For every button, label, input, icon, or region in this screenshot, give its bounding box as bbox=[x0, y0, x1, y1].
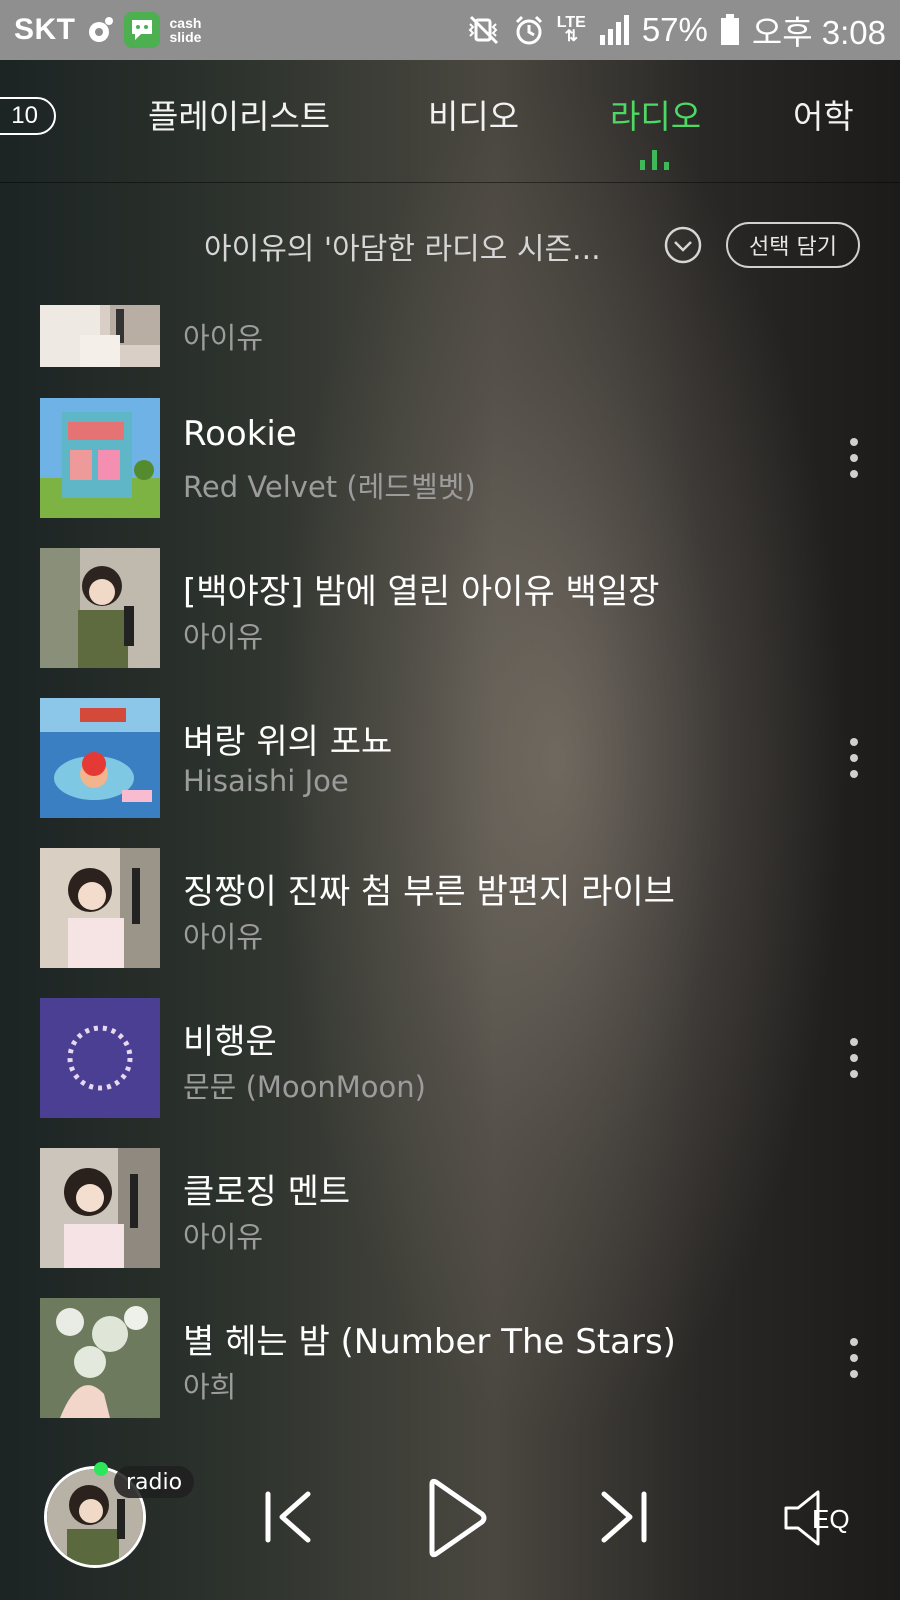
vibrate-mute-icon bbox=[468, 15, 498, 45]
eq-label[interactable]: EQ bbox=[812, 1504, 850, 1535]
notification-dot-icon bbox=[88, 17, 113, 42]
track-artist: 문문 (MoonMoon) bbox=[183, 1070, 426, 1104]
tab-bar: 10 플레이리스트 비디오 라디오 어학 bbox=[0, 60, 900, 183]
track-artist: 아희 bbox=[183, 1370, 237, 1404]
list-item[interactable]: 징짱이 진짜 첨 부른 밤편지 라이브 아이유 bbox=[0, 848, 900, 968]
select-add-button[interactable]: 선택 담기 bbox=[726, 222, 860, 268]
count-badge[interactable]: 10 bbox=[0, 97, 56, 135]
active-tab-indicator-icon bbox=[640, 148, 669, 170]
cashslide-icon bbox=[123, 12, 160, 48]
tab-playlist[interactable]: 플레이리스트 bbox=[148, 90, 330, 138]
album-art bbox=[40, 698, 160, 818]
track-artist: Red Velvet (레드벨벳) bbox=[183, 470, 476, 504]
track-artist: 아이유 bbox=[183, 1220, 264, 1254]
track-title: 징짱이 진짜 첨 부른 밤편지 라이브 bbox=[183, 872, 675, 912]
play-icon[interactable] bbox=[424, 1478, 490, 1558]
live-indicator bbox=[94, 1462, 108, 1476]
album-art bbox=[40, 1148, 160, 1268]
tab-radio[interactable]: 라디오 bbox=[610, 90, 701, 138]
track-title: 비행운 bbox=[183, 1022, 277, 1062]
track-title: 별 헤는 밤 (Number The Stars) bbox=[183, 1322, 676, 1362]
track-title: Rookie bbox=[183, 414, 297, 454]
status-bar: SKT cash slide LTE ⇅ 57% 오후 3:08 bbox=[0, 0, 900, 60]
track-list: 아이유 Rookie Red Velvet (레드벨벳) [백야장] 밤에 열린… bbox=[0, 290, 900, 1420]
player-bar: radio EQ bbox=[0, 1432, 900, 1600]
list-item[interactable]: 비행운 문문 (MoonMoon) bbox=[0, 998, 900, 1118]
playlist-header: 아이유의 '아담한 라디오 시즌... 선택 담기 bbox=[0, 210, 900, 280]
more-options-icon[interactable] bbox=[844, 736, 864, 780]
battery-icon bbox=[720, 14, 739, 45]
more-options-icon[interactable] bbox=[844, 1336, 864, 1380]
playlist-title[interactable]: 아이유의 '아담한 라디오 시즌... bbox=[204, 224, 601, 268]
alarm-icon bbox=[515, 15, 542, 45]
more-options-icon[interactable] bbox=[844, 1036, 864, 1080]
album-art bbox=[40, 848, 160, 968]
clock: 오후 3:08 bbox=[751, 14, 886, 51]
network-type-label: LTE ⇅ bbox=[556, 14, 586, 45]
list-item[interactable]: 아이유 bbox=[0, 305, 900, 367]
track-title: [백야장] 밤에 열린 아이유 백일장 bbox=[183, 572, 660, 612]
signal-icon bbox=[599, 15, 629, 45]
track-title: 클로징 멘트 bbox=[183, 1172, 351, 1212]
album-art bbox=[40, 305, 160, 367]
track-artist: Hisaishi Joe bbox=[183, 764, 349, 798]
list-item[interactable]: 벼랑 위의 포뇨 Hisaishi Joe bbox=[0, 698, 900, 818]
list-item[interactable]: 별 헤는 밤 (Number The Stars) 아희 bbox=[0, 1298, 900, 1418]
list-item[interactable]: 클로징 멘트 아이유 bbox=[0, 1148, 900, 1268]
album-art bbox=[40, 398, 160, 518]
track-artist: 아이유 bbox=[183, 321, 264, 355]
album-art bbox=[40, 998, 160, 1118]
list-item[interactable]: [백야장] 밤에 열린 아이유 백일장 아이유 bbox=[0, 548, 900, 668]
more-options-icon[interactable] bbox=[844, 436, 864, 480]
tab-video[interactable]: 비디오 bbox=[428, 90, 519, 138]
battery-percent: 57% bbox=[641, 11, 708, 48]
track-artist: 아이유 bbox=[183, 920, 264, 954]
chevron-down-circle-icon[interactable] bbox=[664, 226, 702, 264]
carrier-label: SKT bbox=[14, 13, 76, 46]
tab-language[interactable]: 어학 bbox=[793, 90, 854, 138]
cashslide-label: cash slide bbox=[169, 15, 202, 45]
list-item[interactable]: Rookie Red Velvet (레드벨벳) bbox=[0, 398, 900, 518]
album-art bbox=[40, 548, 160, 668]
album-art bbox=[40, 1298, 160, 1418]
next-track-icon[interactable] bbox=[596, 1490, 650, 1544]
previous-track-icon[interactable] bbox=[262, 1490, 316, 1544]
track-artist: 아이유 bbox=[183, 620, 264, 654]
track-title: 벼랑 위의 포뇨 bbox=[183, 722, 393, 762]
radio-badge: radio bbox=[114, 1466, 195, 1498]
